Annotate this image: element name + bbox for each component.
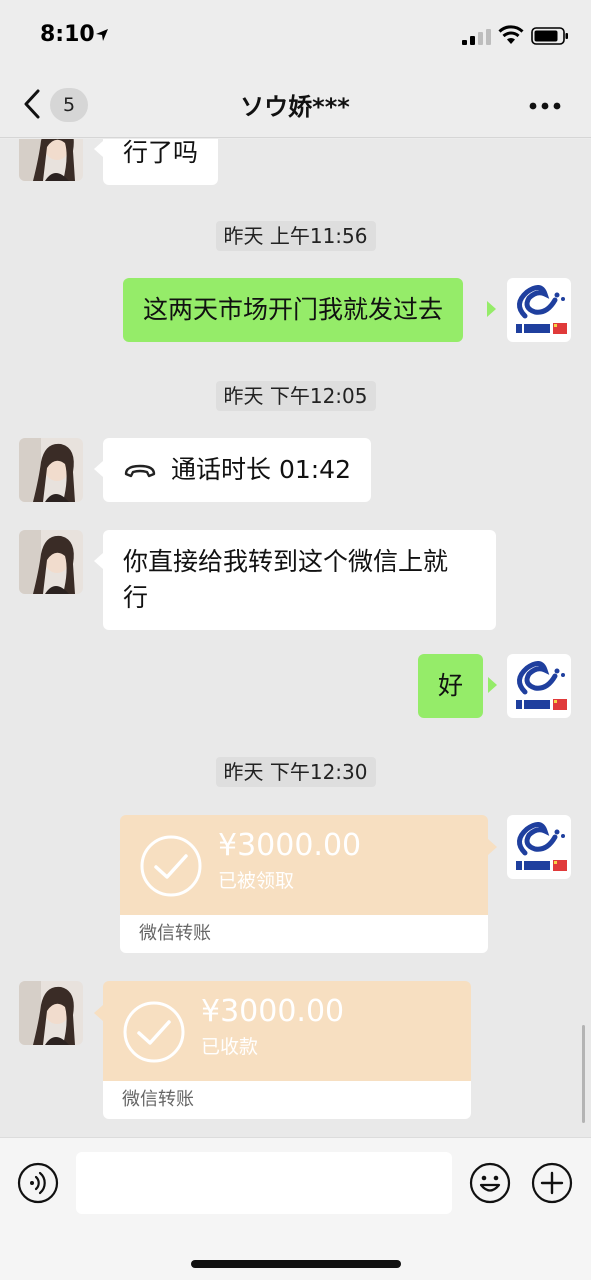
- my-avatar-logo[interactable]: [507, 278, 571, 342]
- chevron-left-icon[interactable]: [18, 86, 46, 122]
- scrollbar[interactable]: [582, 1025, 585, 1123]
- timestamp-text: 昨天 下午12:05: [215, 381, 376, 411]
- timestamp-text: 昨天 下午12:30: [215, 757, 376, 787]
- transfer-amount: ¥3000.00: [201, 994, 345, 1029]
- sent-message-bubble[interactable]: 这两天市场开门我就发过去: [123, 278, 464, 342]
- bubble-tail: [94, 461, 103, 477]
- chat-header: 5 ソウ娇***: [0, 72, 591, 138]
- transfer-card-sent[interactable]: ¥3000.00 已被领取 微信转账: [120, 815, 488, 953]
- transfer-status: 已被领取: [218, 870, 295, 892]
- check-circle-icon: [140, 835, 202, 897]
- my-avatar-logo[interactable]: [507, 815, 571, 879]
- contact-avatar[interactable]: [19, 981, 83, 1045]
- voice-icon[interactable]: [17, 1162, 59, 1204]
- wifi-icon: [498, 25, 524, 44]
- status-time: 8:10: [40, 22, 95, 47]
- call-record-bubble[interactable]: 通话时长 01:42: [103, 438, 371, 502]
- transfer-footer: 微信转账: [120, 915, 488, 953]
- message-text: 好: [438, 671, 464, 700]
- location-arrow-icon: [96, 29, 108, 41]
- sent-message-bubble[interactable]: 好: [418, 654, 484, 718]
- chat-title: ソウ娇***: [240, 93, 350, 121]
- phone-handset-icon: [124, 464, 156, 478]
- message-timestamp: 昨天 下午12:05: [0, 381, 591, 411]
- contact-avatar[interactable]: [19, 438, 83, 502]
- more-dots-icon[interactable]: [525, 94, 565, 118]
- status-bar: 8:10: [0, 0, 591, 72]
- message-text: 这两天市场开门我就发过去: [143, 295, 444, 324]
- received-message-bubble[interactable]: 你直接给我转到这个微信上就 行: [103, 530, 496, 630]
- message-timestamp: 昨天 下午12:30: [0, 757, 591, 787]
- plus-icon[interactable]: [531, 1162, 573, 1204]
- received-message-bubble[interactable]: 行了吗: [103, 139, 219, 185]
- transfer-amount: ¥3000.00: [218, 828, 362, 863]
- bubble-tail: [94, 141, 103, 157]
- bubble-tail: [94, 553, 103, 569]
- transfer-status: 已收款: [201, 1036, 259, 1058]
- message-text: 行了吗: [123, 139, 199, 167]
- bubble-tail: [94, 1005, 103, 1021]
- cellular-signal-icon: [462, 29, 491, 45]
- bubble-tail: [487, 301, 496, 317]
- check-circle-icon: [123, 1001, 185, 1063]
- contact-avatar[interactable]: [19, 530, 83, 594]
- emoji-icon[interactable]: [469, 1162, 511, 1204]
- call-duration-label: 通话时长 01:42: [171, 455, 351, 484]
- battery-icon: [531, 27, 568, 45]
- timestamp-text: 昨天 上午11:56: [215, 221, 376, 251]
- transfer-card-top: ¥3000.00 已收款: [103, 981, 471, 1081]
- message-text-line: 你直接给我转到这个微信上就: [123, 547, 449, 576]
- my-avatar-logo[interactable]: [507, 654, 571, 718]
- input-bar: [0, 1137, 591, 1280]
- transfer-card-top: ¥3000.00 已被领取: [120, 815, 488, 915]
- bubble-tail: [488, 839, 497, 855]
- transfer-footer: 微信转账: [103, 1081, 471, 1119]
- transfer-card-received[interactable]: ¥3000.00 已收款 微信转账: [103, 981, 471, 1119]
- message-timestamp: 昨天 上午11:56: [0, 221, 591, 251]
- bubble-tail: [488, 677, 497, 693]
- message-text-line: 行: [123, 583, 149, 612]
- message-list[interactable]: 行了吗 昨天 上午11:56 这两天市场开门我就发过去 昨天 下午12:05 通…: [0, 139, 591, 1137]
- unread-count-badge[interactable]: 5: [50, 88, 88, 122]
- contact-avatar[interactable]: [19, 139, 83, 181]
- message-input[interactable]: [76, 1152, 452, 1214]
- home-indicator: [191, 1260, 401, 1268]
